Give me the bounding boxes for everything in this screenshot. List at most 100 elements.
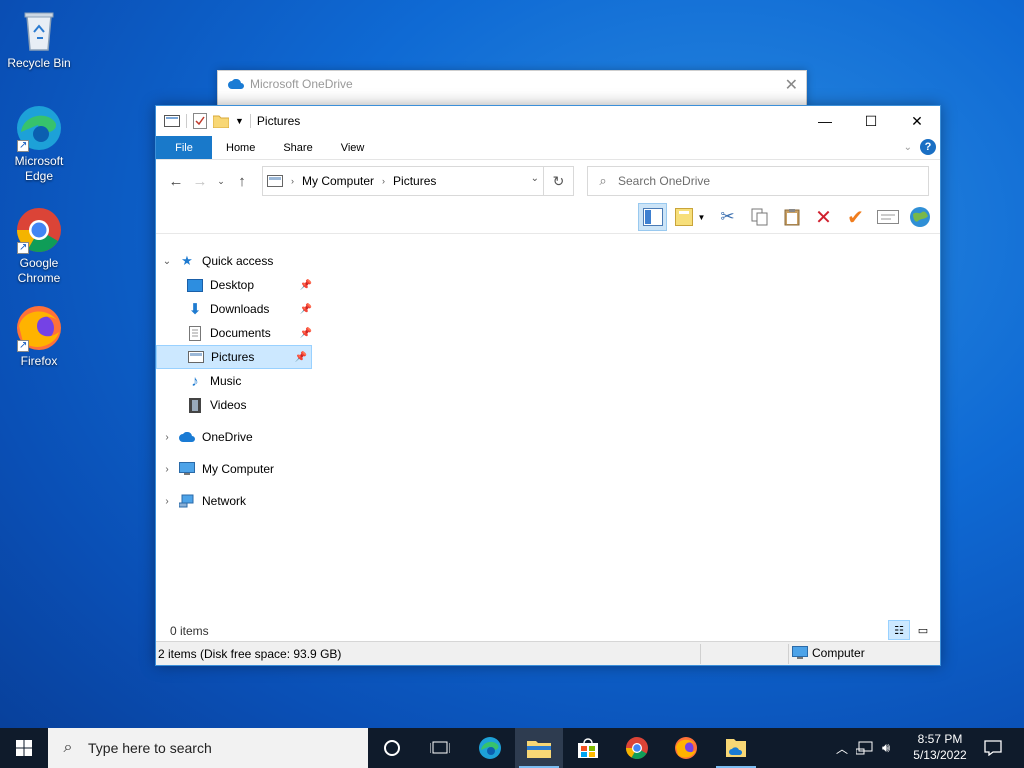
breadcrumb-my-computer[interactable]: My Computer — [302, 174, 374, 188]
nav-label: Desktop — [210, 278, 255, 292]
pin-icon[interactable]: 📌 — [300, 328, 312, 339]
volume-icon[interactable]: 🔊︎ — [882, 740, 890, 756]
nav-item-desktop[interactable]: Desktop 📌 — [156, 273, 316, 297]
taskbar-edge[interactable] — [466, 728, 514, 768]
back-button[interactable]: ← — [164, 173, 188, 190]
divider — [186, 114, 187, 128]
cortana-button[interactable] — [368, 728, 416, 768]
navigation-pane: ⌄ ★ Quick access Desktop 📌 ⬇ Downloads 📌… — [156, 249, 316, 513]
desktop-icon-chrome[interactable]: Google Chrome — [1, 206, 77, 286]
refresh-button[interactable]: ↻ — [543, 167, 573, 195]
network-icon[interactable] — [856, 741, 874, 755]
desktop-icon-recycle-bin[interactable]: Recycle Bin — [1, 6, 77, 71]
onedrive-folder-icon — [726, 739, 746, 757]
details-view-icon[interactable]: ☷ — [888, 620, 910, 640]
view-layout-icon[interactable]: ▼ — [670, 203, 710, 231]
taskbar-onedrive-app[interactable] — [712, 728, 760, 768]
start-button[interactable] — [0, 728, 48, 768]
address-dropdown-icon[interactable]: ⌄ — [531, 173, 539, 184]
tab-home[interactable]: Home — [212, 136, 269, 159]
chevron-right-icon[interactable]: › — [156, 496, 178, 507]
onedrive-title-text: Microsoft OneDrive — [250, 77, 353, 91]
minimize-button[interactable]: — — [802, 106, 848, 136]
navigation-pane-icon[interactable] — [638, 203, 667, 231]
recent-locations-icon[interactable]: ⌄ — [212, 176, 230, 187]
search-icon: ⌕ — [63, 739, 73, 756]
onedrive-window[interactable]: Microsoft OneDrive ✕ — [217, 70, 807, 110]
star-icon: ★ — [181, 253, 193, 268]
up-button[interactable]: ↑ — [230, 173, 254, 190]
properties-icon[interactable] — [193, 113, 207, 129]
nav-item-music[interactable]: ♪ Music — [156, 369, 316, 393]
nav-item-documents[interactable]: Documents 📌 — [156, 321, 316, 345]
new-folder-icon[interactable] — [213, 114, 229, 128]
help-icon[interactable]: ? — [920, 139, 936, 155]
chrome-icon — [626, 737, 648, 759]
address-bar[interactable]: › My Computer › Pictures ⌄ ↻ — [262, 166, 574, 196]
chevron-right-icon[interactable]: › — [156, 432, 178, 443]
divider — [700, 644, 701, 664]
tab-file[interactable]: File — [156, 136, 212, 159]
nav-label: OneDrive — [202, 430, 253, 444]
pin-icon[interactable]: 📌 — [295, 352, 307, 363]
taskbar-store[interactable] — [564, 728, 612, 768]
nav-item-network[interactable]: › Network — [156, 489, 316, 513]
cut-icon[interactable]: ✂ — [713, 203, 742, 231]
shortcut-arrow-icon — [17, 338, 29, 353]
taskbar: ⌕ Type here to search ︿ 🔊︎ 8:57 PM 5/13/… — [0, 728, 1024, 768]
nav-item-videos[interactable]: Videos — [156, 393, 316, 417]
download-arrow-icon: ⬇ — [188, 301, 202, 318]
globe-icon[interactable] — [905, 203, 934, 231]
properties-sheet-icon[interactable] — [873, 203, 902, 231]
delete-icon[interactable]: ✕ — [809, 203, 838, 231]
close-icon[interactable]: ✕ — [785, 75, 798, 95]
forward-button[interactable]: → — [188, 173, 212, 190]
view-toggle: ☷ ▭ — [888, 620, 934, 640]
command-toolbar: ▼ ✂ ✕ ✔ — [156, 202, 940, 234]
quick-access-toolbar: ▼ — [156, 113, 251, 129]
search-icon: ⌕ — [599, 173, 607, 188]
taskbar-search[interactable]: ⌕ Type here to search — [48, 728, 368, 768]
task-view-button[interactable] — [416, 728, 464, 768]
copy-icon[interactable] — [745, 203, 774, 231]
desktop-icon-firefox[interactable]: Firefox — [1, 304, 77, 369]
nav-item-downloads[interactable]: ⬇ Downloads 📌 — [156, 297, 316, 321]
file-explorer-window[interactable]: ▼ Pictures — ☐ ✕ File Home Share View ⌄ … — [155, 105, 941, 666]
tab-share[interactable]: Share — [269, 136, 326, 159]
window-icon[interactable] — [164, 114, 180, 128]
large-icons-view-icon[interactable]: ▭ — [912, 620, 934, 640]
desktop-icon-edge[interactable]: Microsoft Edge — [1, 104, 77, 184]
search-box[interactable]: ⌕ Search OneDrive — [587, 166, 929, 196]
taskbar-search-input[interactable]: Type here to search — [88, 740, 212, 756]
nav-item-onedrive[interactable]: › OneDrive — [156, 425, 316, 449]
paste-icon[interactable] — [777, 203, 806, 231]
window-controls: — ☐ ✕ — [802, 106, 940, 136]
cloud-icon — [178, 429, 196, 445]
tab-view[interactable]: View — [327, 136, 379, 159]
windows-logo-icon — [16, 740, 32, 756]
nav-item-quick-access[interactable]: ⌄ ★ Quick access — [156, 249, 316, 273]
pin-icon[interactable]: 📌 — [300, 304, 312, 315]
ribbon-right-controls: ⌄ ? — [904, 139, 936, 155]
expand-ribbon-icon[interactable]: ⌄ — [904, 142, 912, 153]
system-tray: ︿ 🔊︎ — [836, 728, 890, 768]
nav-item-pictures[interactable]: Pictures 📌 — [156, 345, 312, 369]
clock[interactable]: 8:57 PM 5/13/2022 — [906, 731, 974, 763]
taskbar-firefox[interactable] — [662, 728, 710, 768]
maximize-button[interactable]: ☐ — [848, 106, 894, 136]
chrome-icon — [15, 206, 63, 255]
rename-check-icon[interactable]: ✔ — [841, 203, 870, 231]
pin-icon[interactable]: 📌 — [300, 280, 312, 291]
nav-item-my-computer[interactable]: › My Computer — [156, 457, 316, 481]
chevron-down-icon[interactable]: ⌄ — [156, 256, 178, 267]
customize-qat-icon[interactable]: ▼ — [235, 116, 244, 126]
close-button[interactable]: ✕ — [894, 106, 940, 136]
taskbar-chrome[interactable] — [613, 728, 661, 768]
chevron-up-icon[interactable]: ︿ — [836, 740, 848, 757]
search-input[interactable]: Search OneDrive — [618, 174, 710, 188]
nav-label: Documents — [210, 326, 271, 340]
taskbar-file-explorer[interactable] — [515, 728, 563, 768]
breadcrumb-pictures[interactable]: Pictures — [393, 174, 436, 188]
notification-icon[interactable] — [976, 728, 1010, 768]
chevron-right-icon[interactable]: › — [156, 464, 178, 475]
